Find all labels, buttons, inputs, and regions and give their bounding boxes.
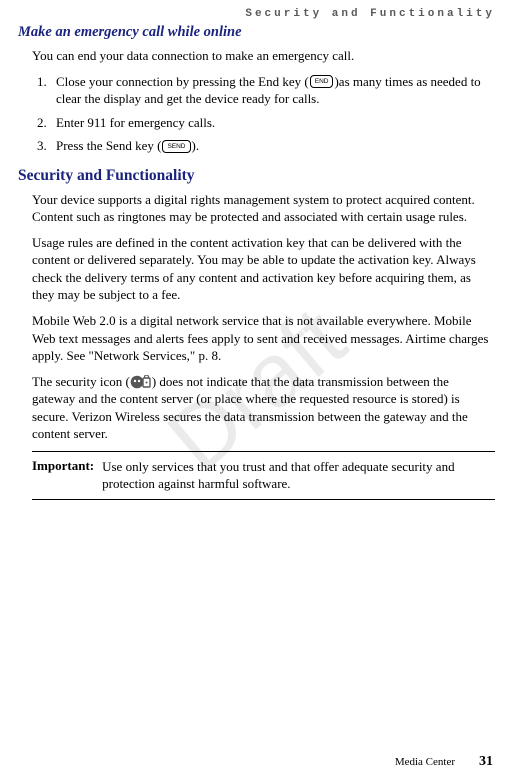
sec-icon-pre: The security icon ( <box>32 374 130 389</box>
step-1-pre: Close your connection by pressing the En… <box>56 74 309 89</box>
security-icon-para: The security icon () does not indicate t… <box>32 373 495 443</box>
security-para-1: Your device supports a digital rights ma… <box>32 191 495 226</box>
page-footer: Media Center 31 <box>395 754 493 770</box>
running-header: Security and Functionality <box>18 8 495 20</box>
important-block: Important: Use only services that you tr… <box>32 451 495 500</box>
security-lock-icon <box>130 375 152 389</box>
step-3-pre: Press the Send key ( <box>56 138 161 153</box>
emergency-title: Make an emergency call while online <box>18 24 495 41</box>
end-key-icon: END <box>310 75 334 88</box>
security-para-3: Mobile Web 2.0 is a digital network serv… <box>32 312 495 365</box>
emergency-steps: Close your connection by pressing the En… <box>32 73 495 155</box>
important-label: Important: <box>32 458 94 493</box>
send-key-icon: SEND <box>162 140 190 153</box>
step-3: Press the Send key (SEND). <box>50 137 495 155</box>
footer-page-number: 31 <box>479 754 493 770</box>
security-para-2: Usage rules are defined in the content a… <box>32 234 495 304</box>
step-2-text: Enter 911 for emergency calls. <box>56 115 215 130</box>
footer-section: Media Center <box>395 756 455 768</box>
step-2: Enter 911 for emergency calls. <box>50 114 495 132</box>
emergency-intro: You can end your data connection to make… <box>32 47 495 65</box>
step-3-post: ). <box>192 138 200 153</box>
security-title: Security and Functionality <box>18 167 495 185</box>
step-1: Close your connection by pressing the En… <box>50 73 495 108</box>
important-text: Use only services that you trust and tha… <box>102 458 495 493</box>
